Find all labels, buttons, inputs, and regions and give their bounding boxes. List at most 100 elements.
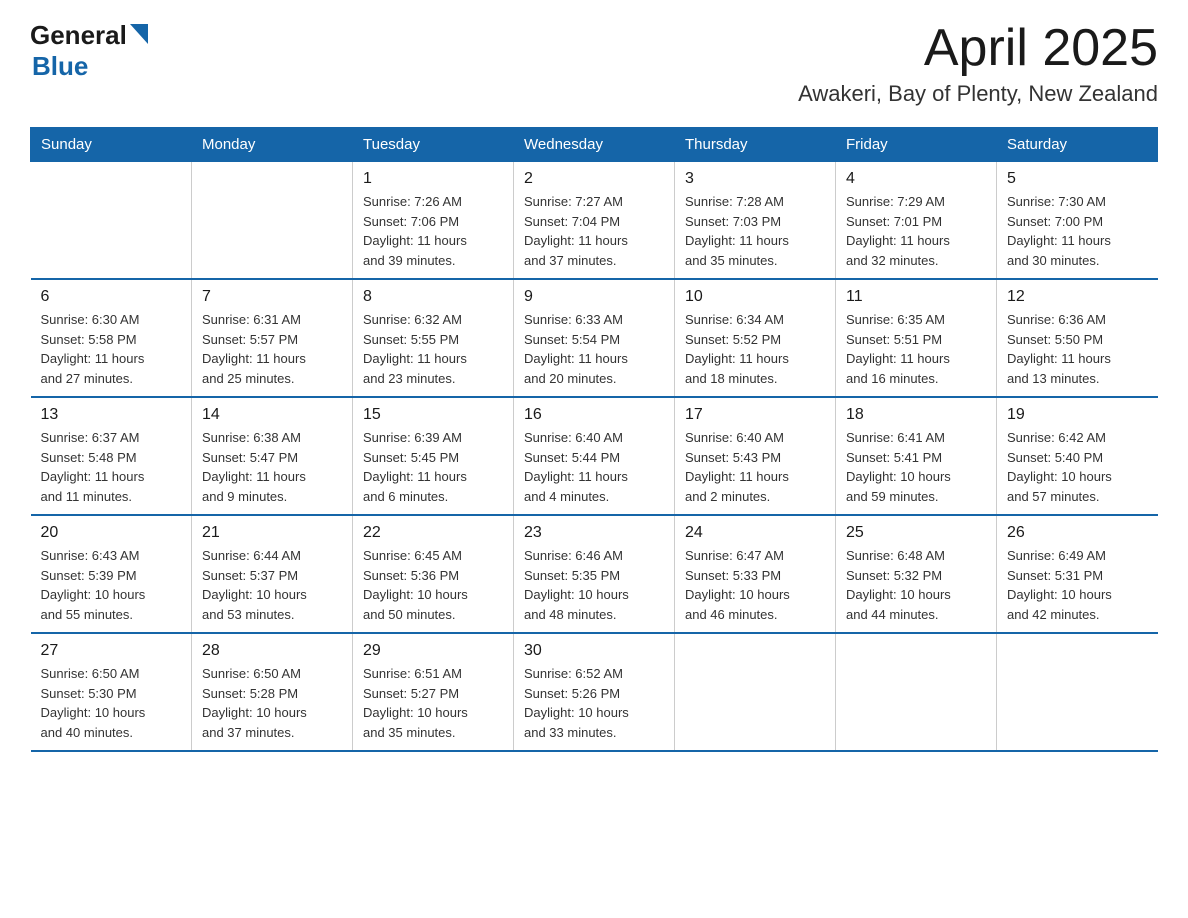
logo-triangle-icon: [130, 24, 148, 44]
day-info: Sunrise: 6:41 AM Sunset: 5:41 PM Dayligh…: [846, 428, 986, 506]
calendar-cell: 18 Sunrise: 6:41 AM Sunset: 5:41 PM Dayli…: [836, 397, 997, 515]
day-info: Sunrise: 6:49 AM Sunset: 5:31 PM Dayligh…: [1007, 546, 1148, 624]
calendar-cell: 19Sunrise: 6:42 AM Sunset: 5:40 PM Dayli…: [997, 397, 1158, 515]
day-number: 2: [524, 170, 664, 188]
day-info: Sunrise: 6:35 AM Sunset: 5:51 PM Dayligh…: [846, 310, 986, 388]
day-info: Sunrise: 6:30 AM Sunset: 5:58 PM Dayligh…: [41, 310, 182, 388]
day-number: 8: [363, 288, 503, 306]
calendar-cell: 14Sunrise: 6:38 AM Sunset: 5:47 PM Dayli…: [192, 397, 353, 515]
calendar-cell: 27 Sunrise: 6:50 AM Sunset: 5:30 PM Dayli…: [31, 633, 192, 751]
day-number: 9: [524, 288, 664, 306]
calendar-cell: [192, 162, 353, 280]
day-number: 22: [363, 524, 503, 542]
calendar-cell: 9 Sunrise: 6:33 AM Sunset: 5:54 PM Daylig…: [514, 279, 675, 397]
location-title: Awakeri, Bay of Plenty, New Zealand: [798, 81, 1158, 107]
calendar-cell: 29Sunrise: 6:51 AM Sunset: 5:27 PM Dayli…: [353, 633, 514, 751]
day-info: Sunrise: 6:42 AM Sunset: 5:40 PM Dayligh…: [1007, 428, 1148, 506]
calendar-cell: 6 Sunrise: 6:30 AM Sunset: 5:58 PM Daylig…: [31, 279, 192, 397]
logo-general-text: General: [30, 20, 127, 51]
day-info: Sunrise: 6:32 AM Sunset: 5:55 PM Dayligh…: [363, 310, 503, 388]
calendar-cell: 13 Sunrise: 6:37 AM Sunset: 5:48 PM Dayli…: [31, 397, 192, 515]
day-number: 6: [41, 288, 182, 306]
calendar-cell: 7 Sunrise: 6:31 AM Sunset: 5:57 PM Daylig…: [192, 279, 353, 397]
header-cell-friday: Friday: [836, 128, 997, 162]
week-row-0: 1Sunrise: 7:26 AM Sunset: 7:06 PM Daylig…: [31, 162, 1158, 280]
day-info: Sunrise: 6:40 AM Sunset: 5:44 PM Dayligh…: [524, 428, 664, 506]
day-number: 3: [685, 170, 825, 188]
day-number: 17: [685, 406, 825, 424]
calendar-table: SundayMondayTuesdayWednesdayThursdayFrid…: [30, 127, 1158, 752]
day-info: Sunrise: 7:29 AM Sunset: 7:01 PM Dayligh…: [846, 192, 986, 270]
calendar-cell: 11Sunrise: 6:35 AM Sunset: 5:51 PM Dayli…: [836, 279, 997, 397]
week-row-2: 13 Sunrise: 6:37 AM Sunset: 5:48 PM Dayli…: [31, 397, 1158, 515]
day-number: 24: [685, 524, 825, 542]
calendar-cell: 4 Sunrise: 7:29 AM Sunset: 7:01 PM Daylig…: [836, 162, 997, 280]
week-row-4: 27 Sunrise: 6:50 AM Sunset: 5:30 PM Dayli…: [31, 633, 1158, 751]
day-info: Sunrise: 6:31 AM Sunset: 5:57 PM Dayligh…: [202, 310, 342, 388]
calendar-cell: 26 Sunrise: 6:49 AM Sunset: 5:31 PM Dayli…: [997, 515, 1158, 633]
header-cell-thursday: Thursday: [675, 128, 836, 162]
day-number: 13: [41, 406, 182, 424]
logo-blue-text: Blue: [32, 51, 88, 82]
day-number: 23: [524, 524, 664, 542]
header-cell-sunday: Sunday: [31, 128, 192, 162]
calendar-cell: 30 Sunrise: 6:52 AM Sunset: 5:26 PM Dayli…: [514, 633, 675, 751]
calendar-header: SundayMondayTuesdayWednesdayThursdayFrid…: [31, 128, 1158, 162]
day-info: Sunrise: 6:44 AM Sunset: 5:37 PM Dayligh…: [202, 546, 342, 624]
calendar-cell: [836, 633, 997, 751]
day-info: Sunrise: 6:37 AM Sunset: 5:48 PM Dayligh…: [41, 428, 182, 506]
calendar-cell: 10 Sunrise: 6:34 AM Sunset: 5:52 PM Dayli…: [675, 279, 836, 397]
day-info: Sunrise: 6:33 AM Sunset: 5:54 PM Dayligh…: [524, 310, 664, 388]
calendar-cell: 12 Sunrise: 6:36 AM Sunset: 5:50 PM Dayli…: [997, 279, 1158, 397]
calendar-cell: 21 Sunrise: 6:44 AM Sunset: 5:37 PM Dayli…: [192, 515, 353, 633]
day-info: Sunrise: 6:34 AM Sunset: 5:52 PM Dayligh…: [685, 310, 825, 388]
calendar-cell: 5Sunrise: 7:30 AM Sunset: 7:00 PM Daylig…: [997, 162, 1158, 280]
calendar-cell: 2Sunrise: 7:27 AM Sunset: 7:04 PM Daylig…: [514, 162, 675, 280]
calendar-cell: [675, 633, 836, 751]
calendar-cell: 3 Sunrise: 7:28 AM Sunset: 7:03 PM Daylig…: [675, 162, 836, 280]
day-number: 16: [524, 406, 664, 424]
day-number: 15: [363, 406, 503, 424]
header-cell-wednesday: Wednesday: [514, 128, 675, 162]
day-info: Sunrise: 6:38 AM Sunset: 5:47 PM Dayligh…: [202, 428, 342, 506]
day-info: Sunrise: 6:50 AM Sunset: 5:28 PM Dayligh…: [202, 664, 342, 742]
day-info: Sunrise: 6:40 AM Sunset: 5:43 PM Dayligh…: [685, 428, 825, 506]
day-info: Sunrise: 6:50 AM Sunset: 5:30 PM Dayligh…: [41, 664, 182, 742]
day-number: 5: [1007, 170, 1148, 188]
day-info: Sunrise: 6:51 AM Sunset: 5:27 PM Dayligh…: [363, 664, 503, 742]
day-number: 27: [41, 642, 182, 660]
day-number: 10: [685, 288, 825, 306]
day-info: Sunrise: 6:36 AM Sunset: 5:50 PM Dayligh…: [1007, 310, 1148, 388]
header-row: SundayMondayTuesdayWednesdayThursdayFrid…: [31, 128, 1158, 162]
calendar-cell: 16 Sunrise: 6:40 AM Sunset: 5:44 PM Dayli…: [514, 397, 675, 515]
day-number: 26: [1007, 524, 1148, 542]
day-number: 18: [846, 406, 986, 424]
day-info: Sunrise: 6:45 AM Sunset: 5:36 PM Dayligh…: [363, 546, 503, 624]
calendar-cell: 22 Sunrise: 6:45 AM Sunset: 5:36 PM Dayli…: [353, 515, 514, 633]
calendar-cell: 8 Sunrise: 6:32 AM Sunset: 5:55 PM Daylig…: [353, 279, 514, 397]
header-cell-saturday: Saturday: [997, 128, 1158, 162]
day-number: 4: [846, 170, 986, 188]
header-cell-monday: Monday: [192, 128, 353, 162]
day-info: Sunrise: 6:48 AM Sunset: 5:32 PM Dayligh…: [846, 546, 986, 624]
day-number: 25: [846, 524, 986, 542]
day-number: 7: [202, 288, 342, 306]
day-info: Sunrise: 6:47 AM Sunset: 5:33 PM Dayligh…: [685, 546, 825, 624]
calendar-cell: [31, 162, 192, 280]
logo: General Blue: [30, 20, 148, 82]
day-info: Sunrise: 7:28 AM Sunset: 7:03 PM Dayligh…: [685, 192, 825, 270]
week-row-3: 20 Sunrise: 6:43 AM Sunset: 5:39 PM Dayli…: [31, 515, 1158, 633]
header-cell-tuesday: Tuesday: [353, 128, 514, 162]
day-info: Sunrise: 6:46 AM Sunset: 5:35 PM Dayligh…: [524, 546, 664, 624]
day-info: Sunrise: 6:43 AM Sunset: 5:39 PM Dayligh…: [41, 546, 182, 624]
day-number: 30: [524, 642, 664, 660]
day-number: 20: [41, 524, 182, 542]
calendar-cell: 23 Sunrise: 6:46 AM Sunset: 5:35 PM Dayli…: [514, 515, 675, 633]
day-info: Sunrise: 6:52 AM Sunset: 5:26 PM Dayligh…: [524, 664, 664, 742]
title-block: April 2025 Awakeri, Bay of Plenty, New Z…: [798, 20, 1158, 107]
calendar-cell: 20 Sunrise: 6:43 AM Sunset: 5:39 PM Dayli…: [31, 515, 192, 633]
calendar-cell: 25 Sunrise: 6:48 AM Sunset: 5:32 PM Dayli…: [836, 515, 997, 633]
day-number: 12: [1007, 288, 1148, 306]
day-number: 21: [202, 524, 342, 542]
day-info: Sunrise: 7:26 AM Sunset: 7:06 PM Dayligh…: [363, 192, 503, 270]
